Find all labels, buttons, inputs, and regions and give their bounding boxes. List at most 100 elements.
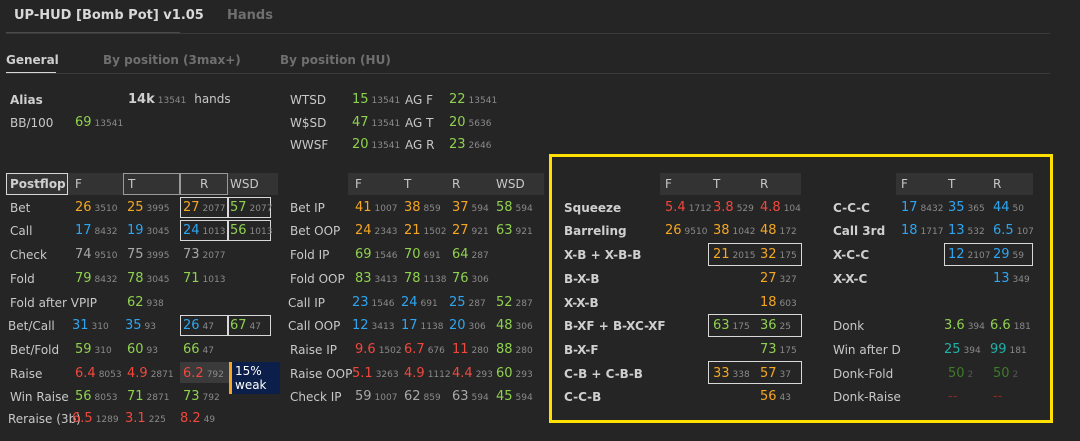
row-label-bet-oop: Bet OOP (290, 224, 341, 238)
row-label-xcc: X-C-C (833, 248, 870, 262)
lines-col-t: T (713, 177, 721, 191)
stat-cell: 13 349 (993, 271, 1030, 286)
stat-cell: 21 1502 (404, 223, 447, 238)
subtab-divider (6, 73, 1050, 74)
ipoop-col-r: R (452, 177, 461, 191)
row-label-bet-ip: Bet IP (290, 201, 325, 215)
row-label-raise: Raise (10, 367, 43, 381)
row-label-xxc: X-X-C (833, 272, 868, 286)
stat-cell: 69 1546 (355, 247, 398, 262)
hands-stat: 14k 13541 hands (128, 92, 231, 107)
stat-cell: 63 921 (496, 223, 533, 238)
stat-cell: 6.6 181 (990, 318, 1031, 333)
stat-cell: 6.5 107 (993, 223, 1034, 238)
stat-cell: 25 287 (449, 295, 486, 310)
row-label-raise-oop: Raise OOP (290, 367, 353, 381)
stat-cell: 67 47 (230, 318, 261, 333)
wwsf-stat: 20 13541 (352, 137, 401, 152)
tab-general[interactable]: General (6, 53, 59, 67)
stat-cell: 4.9 2871 (127, 366, 174, 381)
stat-cell: 48 306 (496, 318, 533, 333)
row-label-bxf: B-X-F (564, 343, 599, 357)
stat-cell: 29 59 (993, 247, 1024, 262)
stat-cell: 60 293 (496, 366, 533, 381)
tab-by-position-3max[interactable]: By position (3max+) (103, 53, 241, 67)
stat-cell: 6.5 1289 (72, 411, 119, 426)
stat-cell: 62 859 (404, 389, 441, 404)
stat-cell: 59 310 (75, 342, 112, 357)
stat-cell: 24 2343 (355, 223, 398, 238)
stat-cell: 21 2015 (713, 247, 756, 262)
row-label-xxb: X-X-B (564, 296, 599, 310)
stat-cell[interactable]: 6.2 792 (183, 366, 224, 381)
wssd-label: W$SD (290, 116, 327, 130)
row-label-donk: Donk (833, 319, 865, 333)
stat-cell: 60 93 (127, 342, 158, 357)
row-label-check-ip: Check IP (290, 390, 342, 404)
stat-cell: 44 50 (993, 200, 1024, 215)
stat-cell: 20 306 (449, 318, 486, 333)
lines-col-r: R (760, 177, 769, 191)
stat-cell: 71 1013 (183, 271, 226, 286)
postflop-title: Postflop (10, 177, 66, 191)
stat-cell: 70 691 (404, 247, 441, 262)
stat-cell: 4.4 293 (452, 366, 493, 381)
row-label-raise-ip: Raise IP (290, 343, 337, 357)
tab-divider (6, 33, 1050, 34)
lines2-col-r: R (993, 177, 1002, 191)
row-label-xb-xbb: X-B + X-B-B (564, 248, 642, 262)
stat-cell: 83 3413 (355, 271, 398, 286)
row-label-barreling: Barreling (564, 224, 627, 238)
agr-stat: 23 2646 (449, 137, 492, 152)
stat-cell: 63 594 (452, 389, 489, 404)
stat-cell: 71 2871 (127, 389, 170, 404)
wtsd-label: WTSD (290, 93, 327, 107)
stat-cell: 88 280 (496, 342, 533, 357)
row-label-squeeze: Squeeze (564, 201, 622, 215)
stat-cell: 73 792 (183, 389, 220, 404)
stat-cell: 50 2 (948, 366, 974, 381)
stat-cell: 18 1717 (901, 223, 944, 238)
stat-cell: 8.2 49 (180, 411, 216, 426)
wssd-stat: 47 13541 (352, 115, 401, 130)
stat-cell: 26 9510 (665, 223, 708, 238)
row-label-bxf-bxcxf: B-XF + B-XC-XF (564, 319, 666, 333)
agf-label: AG F (405, 93, 434, 107)
stat-cell: -- (993, 389, 1003, 404)
stat-cell: 19 3045 (127, 223, 170, 238)
row-label-donk-raise: Donk-Raise (833, 390, 901, 404)
stat-cell: 57 37 (760, 366, 791, 381)
stat-cell: 27 2077 (183, 200, 226, 215)
stat-cell: 17 8432 (75, 223, 118, 238)
stat-cell: 24 691 (401, 295, 438, 310)
stat-cell: -- (948, 389, 958, 404)
stat-cell: 11 280 (452, 342, 489, 357)
tab-by-position-hu[interactable]: By position (HU) (280, 53, 391, 67)
stat-cell: 35 93 (125, 318, 156, 333)
stat-cell: 56 1013 (230, 223, 273, 238)
stat-cell: 59 1007 (355, 389, 398, 404)
stat-cell: 33 338 (713, 366, 750, 381)
stat-cell: 25 3995 (127, 200, 170, 215)
lines2-col-f: F (901, 177, 908, 191)
ipoop-col-wsd: WSD (496, 177, 525, 191)
stat-cell: 9.6 1502 (355, 342, 402, 357)
stat-cell: 12 3413 (352, 318, 395, 333)
ipoop-col-f: F (355, 177, 362, 191)
tab-hands[interactable]: Hands (227, 8, 273, 23)
stat-cell: 26 47 (183, 318, 214, 333)
row-label-fold-after-vpip: Fold after VPIP (10, 296, 98, 310)
stat-cell: 5.4 1712 (665, 200, 712, 215)
bb100-label: BB/100 (10, 116, 54, 130)
stat-cell: 4.8 104 (760, 200, 801, 215)
postflop-col-t: T (128, 177, 136, 191)
stat-cell: 73 2077 (183, 247, 226, 262)
stat-cell: 79 8432 (75, 271, 118, 286)
alias-label: Alias (10, 93, 43, 107)
stat-cell: 13 532 (948, 223, 985, 238)
row-label-bet-fold: Bet/Fold (10, 343, 60, 357)
wtsd-stat: 15 13541 (352, 92, 401, 107)
stat-cell: 26 3510 (75, 200, 118, 215)
row-label-reraise: Reraise (3b) (8, 412, 81, 426)
tab-up-hud[interactable]: UP-HUD [Bomb Pot] v1.05 (14, 8, 204, 23)
